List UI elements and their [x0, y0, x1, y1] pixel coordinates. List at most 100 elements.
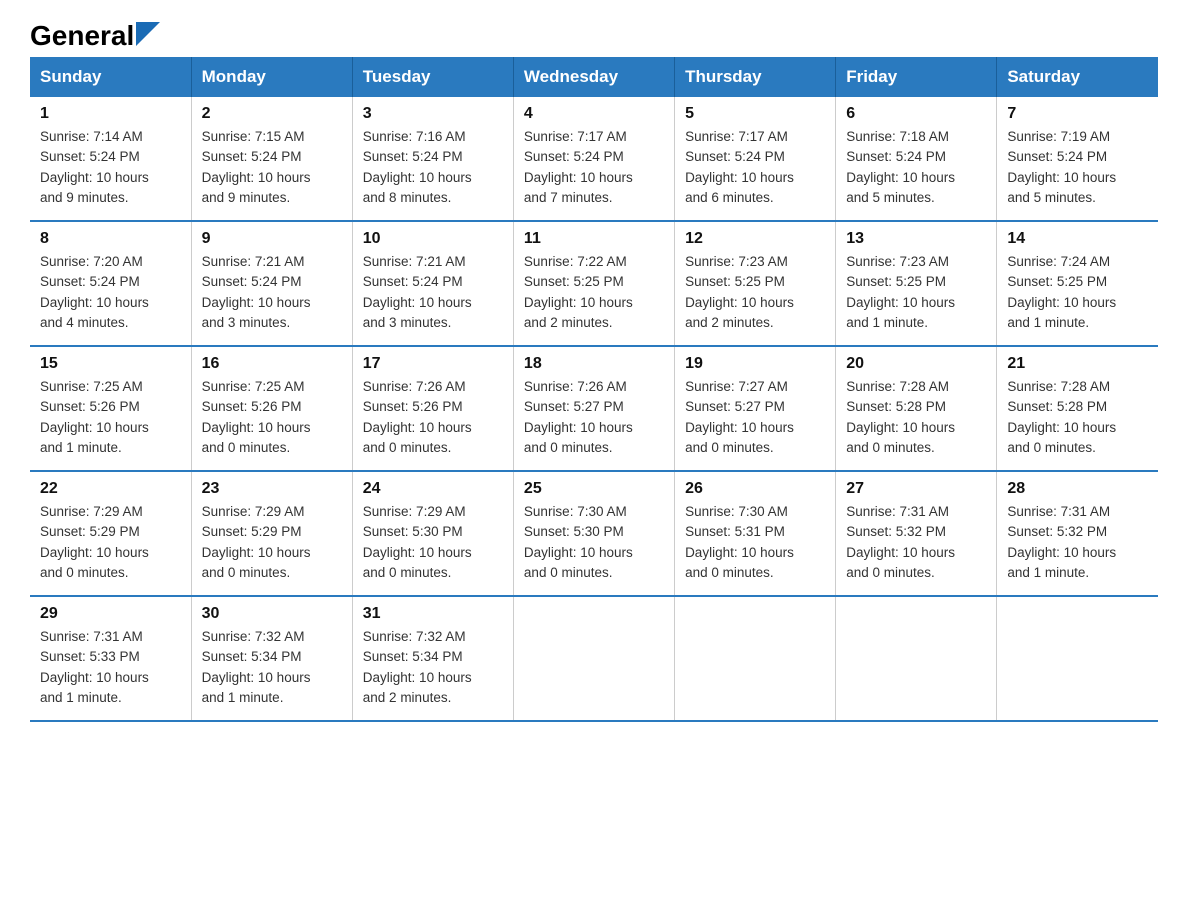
- day-info: Sunrise: 7:26 AM Sunset: 5:27 PM Dayligh…: [524, 377, 664, 458]
- calendar-cell: 14 Sunrise: 7:24 AM Sunset: 5:25 PM Dayli…: [997, 221, 1158, 346]
- day-number: 27: [846, 480, 986, 498]
- day-number: 29: [40, 605, 181, 623]
- day-number: 15: [40, 355, 181, 373]
- day-header-sunday: Sunday: [30, 57, 191, 97]
- day-info: Sunrise: 7:16 AM Sunset: 5:24 PM Dayligh…: [363, 127, 503, 208]
- day-number: 28: [1007, 480, 1148, 498]
- day-info: Sunrise: 7:21 AM Sunset: 5:24 PM Dayligh…: [202, 252, 342, 333]
- calendar-cell: 30 Sunrise: 7:32 AM Sunset: 5:34 PM Dayli…: [191, 596, 352, 721]
- calendar-table: SundayMondayTuesdayWednesdayThursdayFrid…: [30, 57, 1158, 722]
- calendar-cell: 29 Sunrise: 7:31 AM Sunset: 5:33 PM Dayli…: [30, 596, 191, 721]
- day-number: 3: [363, 105, 503, 123]
- day-number: 22: [40, 480, 181, 498]
- logo-text: General: [30, 20, 160, 52]
- calendar-cell: 1 Sunrise: 7:14 AM Sunset: 5:24 PM Daylig…: [30, 97, 191, 221]
- page-header: General: [30, 20, 1158, 47]
- calendar-week-row: 15 Sunrise: 7:25 AM Sunset: 5:26 PM Dayli…: [30, 346, 1158, 471]
- day-info: Sunrise: 7:25 AM Sunset: 5:26 PM Dayligh…: [40, 377, 181, 458]
- calendar-cell: 25Sunrise: 7:30 AM Sunset: 5:30 PM Dayli…: [513, 471, 674, 596]
- day-number: 14: [1007, 230, 1148, 248]
- day-header-friday: Friday: [836, 57, 997, 97]
- calendar-cell: 7 Sunrise: 7:19 AM Sunset: 5:24 PM Daylig…: [997, 97, 1158, 221]
- day-number: 24: [363, 480, 503, 498]
- day-number: 9: [202, 230, 342, 248]
- day-info: Sunrise: 7:29 AM Sunset: 5:29 PM Dayligh…: [202, 502, 342, 583]
- calendar-cell: 28 Sunrise: 7:31 AM Sunset: 5:32 PM Dayli…: [997, 471, 1158, 596]
- day-info: Sunrise: 7:23 AM Sunset: 5:25 PM Dayligh…: [846, 252, 986, 333]
- day-number: 1: [40, 105, 181, 123]
- day-info: Sunrise: 7:19 AM Sunset: 5:24 PM Dayligh…: [1007, 127, 1148, 208]
- day-header-wednesday: Wednesday: [513, 57, 674, 97]
- day-info: Sunrise: 7:15 AM Sunset: 5:24 PM Dayligh…: [202, 127, 342, 208]
- day-number: 18: [524, 355, 664, 373]
- calendar-cell: 21 Sunrise: 7:28 AM Sunset: 5:28 PM Dayli…: [997, 346, 1158, 471]
- day-info: Sunrise: 7:24 AM Sunset: 5:25 PM Dayligh…: [1007, 252, 1148, 333]
- calendar-cell: 4 Sunrise: 7:17 AM Sunset: 5:24 PM Daylig…: [513, 97, 674, 221]
- day-header-tuesday: Tuesday: [352, 57, 513, 97]
- calendar-week-row: 8 Sunrise: 7:20 AM Sunset: 5:24 PM Daylig…: [30, 221, 1158, 346]
- day-number: 23: [202, 480, 342, 498]
- day-number: 8: [40, 230, 181, 248]
- calendar-cell: [997, 596, 1158, 721]
- calendar-cell: 31 Sunrise: 7:32 AM Sunset: 5:34 PM Dayli…: [352, 596, 513, 721]
- calendar-cell: 2 Sunrise: 7:15 AM Sunset: 5:24 PM Daylig…: [191, 97, 352, 221]
- day-number: 5: [685, 105, 825, 123]
- calendar-cell: 8 Sunrise: 7:20 AM Sunset: 5:24 PM Daylig…: [30, 221, 191, 346]
- day-info: Sunrise: 7:17 AM Sunset: 5:24 PM Dayligh…: [524, 127, 664, 208]
- day-number: 2: [202, 105, 342, 123]
- day-number: 16: [202, 355, 342, 373]
- calendar-cell: [513, 596, 674, 721]
- day-info: Sunrise: 7:21 AM Sunset: 5:24 PM Dayligh…: [363, 252, 503, 333]
- day-info: Sunrise: 7:32 AM Sunset: 5:34 PM Dayligh…: [202, 627, 342, 708]
- day-number: 4: [524, 105, 664, 123]
- day-info: Sunrise: 7:14 AM Sunset: 5:24 PM Dayligh…: [40, 127, 181, 208]
- day-header-monday: Monday: [191, 57, 352, 97]
- day-info: Sunrise: 7:23 AM Sunset: 5:25 PM Dayligh…: [685, 252, 825, 333]
- logo-general: General: [30, 20, 134, 52]
- calendar-cell: 11Sunrise: 7:22 AM Sunset: 5:25 PM Dayli…: [513, 221, 674, 346]
- calendar-cell: 17 Sunrise: 7:26 AM Sunset: 5:26 PM Dayli…: [352, 346, 513, 471]
- day-number: 26: [685, 480, 825, 498]
- day-number: 20: [846, 355, 986, 373]
- day-info: Sunrise: 7:26 AM Sunset: 5:26 PM Dayligh…: [363, 377, 503, 458]
- day-info: Sunrise: 7:18 AM Sunset: 5:24 PM Dayligh…: [846, 127, 986, 208]
- calendar-cell: 12 Sunrise: 7:23 AM Sunset: 5:25 PM Dayli…: [675, 221, 836, 346]
- logo: General: [30, 20, 160, 47]
- calendar-cell: 20 Sunrise: 7:28 AM Sunset: 5:28 PM Dayli…: [836, 346, 997, 471]
- day-number: 31: [363, 605, 503, 623]
- day-number: 19: [685, 355, 825, 373]
- day-info: Sunrise: 7:32 AM Sunset: 5:34 PM Dayligh…: [363, 627, 503, 708]
- calendar-cell: 26 Sunrise: 7:30 AM Sunset: 5:31 PM Dayli…: [675, 471, 836, 596]
- day-number: 17: [363, 355, 503, 373]
- day-info: Sunrise: 7:28 AM Sunset: 5:28 PM Dayligh…: [1007, 377, 1148, 458]
- day-info: Sunrise: 7:20 AM Sunset: 5:24 PM Dayligh…: [40, 252, 181, 333]
- day-number: 6: [846, 105, 986, 123]
- day-number: 21: [1007, 355, 1148, 373]
- day-info: Sunrise: 7:31 AM Sunset: 5:32 PM Dayligh…: [1007, 502, 1148, 583]
- calendar-cell: 15 Sunrise: 7:25 AM Sunset: 5:26 PM Dayli…: [30, 346, 191, 471]
- calendar-cell: 13Sunrise: 7:23 AM Sunset: 5:25 PM Dayli…: [836, 221, 997, 346]
- calendar-cell: 16 Sunrise: 7:25 AM Sunset: 5:26 PM Dayli…: [191, 346, 352, 471]
- day-header-saturday: Saturday: [997, 57, 1158, 97]
- day-info: Sunrise: 7:25 AM Sunset: 5:26 PM Dayligh…: [202, 377, 342, 458]
- calendar-cell: 27Sunrise: 7:31 AM Sunset: 5:32 PM Dayli…: [836, 471, 997, 596]
- calendar-cell: 3 Sunrise: 7:16 AM Sunset: 5:24 PM Daylig…: [352, 97, 513, 221]
- day-info: Sunrise: 7:29 AM Sunset: 5:29 PM Dayligh…: [40, 502, 181, 583]
- day-info: Sunrise: 7:29 AM Sunset: 5:30 PM Dayligh…: [363, 502, 503, 583]
- day-header-thursday: Thursday: [675, 57, 836, 97]
- calendar-cell: [836, 596, 997, 721]
- day-number: 7: [1007, 105, 1148, 123]
- day-info: Sunrise: 7:31 AM Sunset: 5:33 PM Dayligh…: [40, 627, 181, 708]
- day-info: Sunrise: 7:27 AM Sunset: 5:27 PM Dayligh…: [685, 377, 825, 458]
- day-info: Sunrise: 7:22 AM Sunset: 5:25 PM Dayligh…: [524, 252, 664, 333]
- day-number: 30: [202, 605, 342, 623]
- day-info: Sunrise: 7:28 AM Sunset: 5:28 PM Dayligh…: [846, 377, 986, 458]
- day-info: Sunrise: 7:17 AM Sunset: 5:24 PM Dayligh…: [685, 127, 825, 208]
- calendar-cell: 23 Sunrise: 7:29 AM Sunset: 5:29 PM Dayli…: [191, 471, 352, 596]
- calendar-cell: [675, 596, 836, 721]
- calendar-week-row: 1 Sunrise: 7:14 AM Sunset: 5:24 PM Daylig…: [30, 97, 1158, 221]
- day-info: Sunrise: 7:30 AM Sunset: 5:30 PM Dayligh…: [524, 502, 664, 583]
- day-number: 12: [685, 230, 825, 248]
- calendar-cell: 18 Sunrise: 7:26 AM Sunset: 5:27 PM Dayli…: [513, 346, 674, 471]
- day-info: Sunrise: 7:30 AM Sunset: 5:31 PM Dayligh…: [685, 502, 825, 583]
